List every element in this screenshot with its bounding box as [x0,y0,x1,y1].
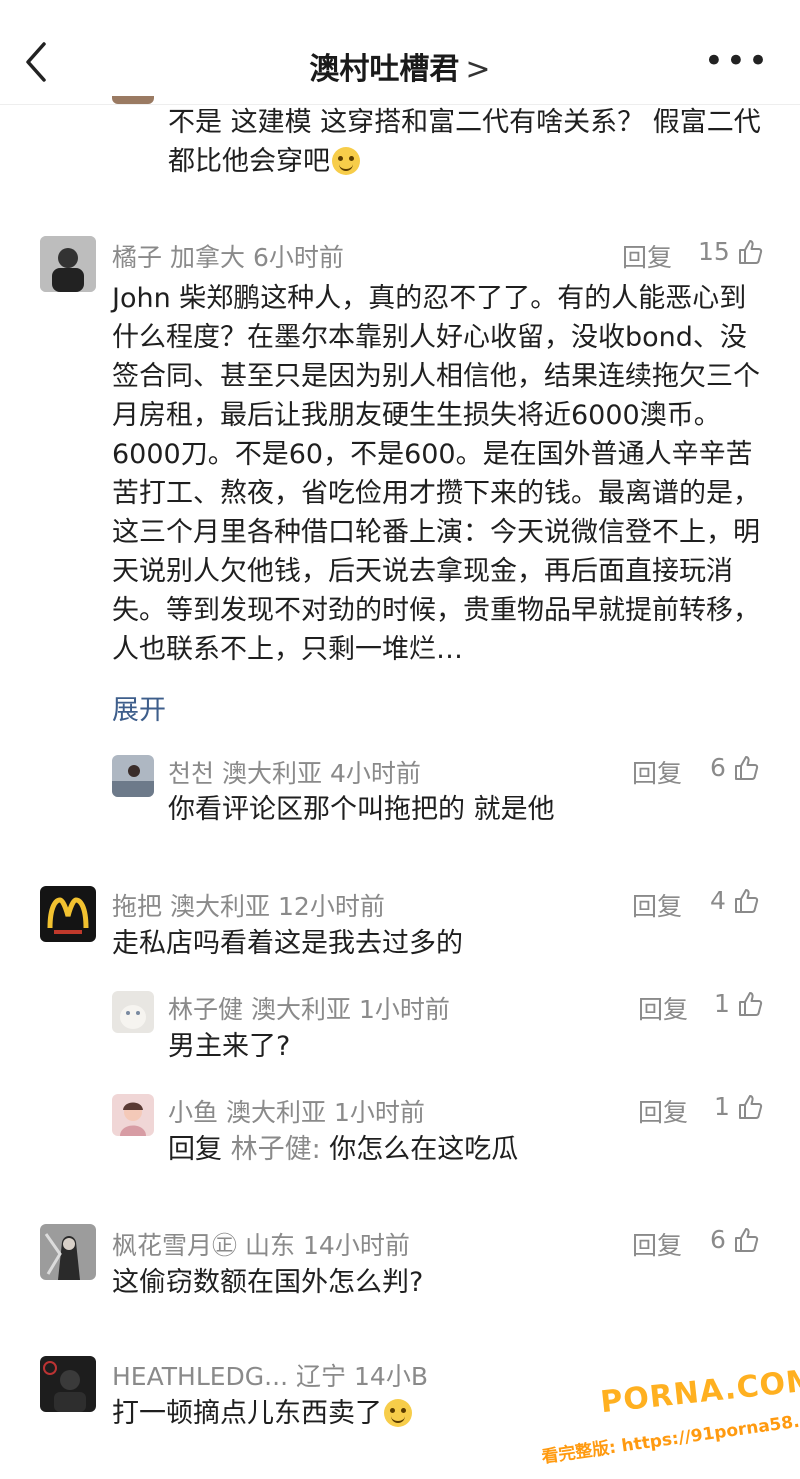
top-bar: 澳村吐槽君 > ••• [0,0,800,105]
comment-meta: 小鱼 澳大利亚 1小时前 [168,1093,433,1129]
watermark: PORNA.COM 看完整版: https://91porna58.com [540,1363,800,1469]
username[interactable]: HEATHLEDG... [112,1362,288,1391]
thumbs-up-icon [738,239,762,264]
reply-button[interactable]: 回复 [638,1093,688,1129]
thumbs-up-icon [734,755,759,780]
reply-prefix: 回复 [168,1134,222,1165]
comment-text: 这偷窃数额在国外怎么判? [112,1267,424,1298]
comment-meta: 拖把 澳大利亚 12小时前 [112,887,393,923]
avatar-photo-icon [112,1094,154,1136]
location: 加拿大 [170,243,246,272]
avatar[interactable] [40,886,96,942]
comment-text: 男主来了? [168,1031,291,1062]
timestamp: 12小时前 [278,892,385,921]
emoji-icon [332,147,360,175]
grin-emoji-icon [384,1399,412,1427]
expand-link[interactable]: 展开 [112,688,166,727]
like-button[interactable]: 1 [714,1092,764,1121]
timestamp: 6小时前 [253,243,344,272]
comment-meta: 橘子 加拿大 6小时前 [112,238,352,274]
username[interactable]: 枫花雪月㊣ [112,1231,237,1260]
location: 辽宁 [296,1362,347,1391]
page-title[interactable]: 澳村吐槽君 > [0,44,800,88]
avatar[interactable] [112,991,154,1033]
page-title-text: 澳村吐槽君 [309,52,460,87]
avatar[interactable] [40,236,96,292]
like-count: 1 [714,989,730,1018]
like-button[interactable]: 15 [698,237,764,266]
comment-text: 回复 林子健: 你怎么在这吃瓜 [168,1134,519,1165]
comment-text: 你看评论区那个叫拖把的 就是他 [168,794,555,825]
timestamp: 1小时前 [334,1098,425,1127]
comment-text: 走私店吗看着这是我去过多的 [112,928,463,959]
like-button[interactable]: 6 [710,1225,760,1254]
comment-meta: HEATHLEDG... 辽宁 14小B [112,1357,436,1393]
avatar-photo-icon [40,1356,96,1412]
like-count: 6 [710,1225,726,1254]
avatar-photo-icon [112,755,154,797]
location: 澳大利亚 [226,1098,327,1127]
location: 澳大利亚 [251,995,352,1024]
thumbs-up-icon [734,888,759,913]
comment-text: John 柴郑鹏这种人，真的忍不了了。有的人能恶心到什么程度？在墨尔本靠别人好心… [112,283,760,665]
reply-button[interactable]: 回复 [632,754,682,790]
timestamp: 1小时前 [359,995,450,1024]
comment-text: 不是 这建模 这穿搭和富二代有啥关系？ 假富二代都比他会穿吧 [168,107,761,177]
avatar[interactable] [112,96,154,104]
avatar[interactable] [112,1094,154,1136]
thumbs-up-icon [738,1094,763,1119]
location: 澳大利亚 [222,759,323,788]
thumbs-up-icon [734,1227,759,1252]
comment-meta: 枫花雪月㊣ 山东 14小时前 [112,1226,418,1262]
more-button[interactable]: ••• [704,44,770,78]
comment-meta: 林子健 澳大利亚 1小时前 [168,990,458,1026]
like-count: 4 [710,886,726,915]
timestamp: 14小B [354,1362,428,1391]
comment-meta: 천천 澳大利亚 4小时前 [168,754,429,790]
avatar-photo-icon [112,991,154,1033]
like-count: 15 [698,237,730,266]
timestamp: 4小时前 [330,759,421,788]
like-button[interactable]: 6 [710,753,760,782]
reply-button[interactable]: 回复 [632,887,682,923]
like-count: 1 [714,1092,730,1121]
location: 澳大利亚 [170,892,271,921]
username[interactable]: 小鱼 [168,1098,218,1127]
username[interactable]: 橘子 [112,243,162,272]
like-button[interactable]: 1 [714,989,764,1018]
reply-button[interactable]: 回复 [632,1226,682,1262]
thumbs-up-icon [738,991,763,1016]
username[interactable]: 拖把 [112,892,162,921]
avatar[interactable] [112,755,154,797]
reply-button[interactable]: 回复 [622,238,672,274]
avatar-photo-icon [40,886,96,942]
timestamp: 14小时前 [303,1231,410,1260]
avatar-photo-icon [40,236,96,292]
like-button[interactable]: 4 [710,886,760,915]
title-chevron-icon: > [465,52,491,87]
username[interactable]: 林子健 [168,995,243,1024]
reply-button[interactable]: 回复 [638,990,688,1026]
avatar[interactable] [40,1356,96,1412]
avatar[interactable] [40,1224,96,1280]
avatar-photo-icon [40,1224,96,1280]
username[interactable]: 천천 [168,759,214,788]
reply-to-user[interactable]: 林子健: [231,1134,321,1165]
location: 山东 [245,1231,296,1260]
like-count: 6 [710,753,726,782]
